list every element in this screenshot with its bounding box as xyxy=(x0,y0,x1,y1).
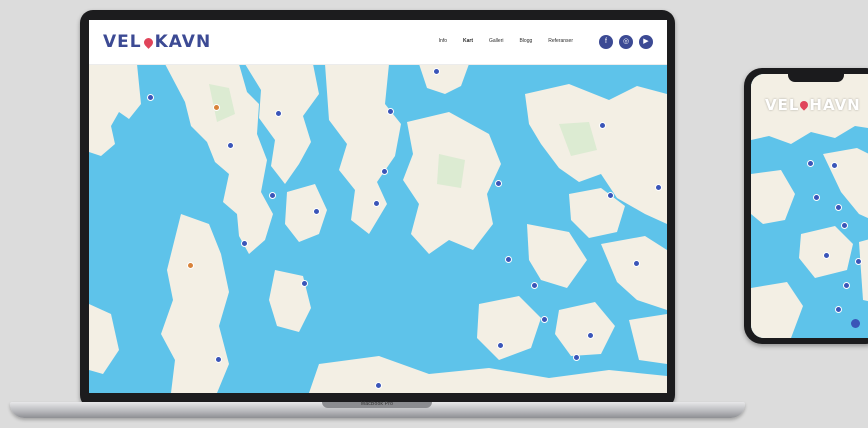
harbor-marker[interactable] xyxy=(215,356,222,363)
device-mockup-scene: VEL KAVN Info Kart Galleri Blogg Referan… xyxy=(0,0,868,428)
facebook-icon[interactable]: f xyxy=(599,35,613,49)
harbor-marker[interactable] xyxy=(541,316,548,323)
map-land-layer xyxy=(89,64,667,393)
harbor-marker[interactable] xyxy=(313,208,320,215)
map-pin-icon xyxy=(141,35,155,49)
site-logo[interactable]: VEL KAVN xyxy=(103,32,211,52)
phone-screen: VEL HAVN + − xyxy=(751,74,868,338)
harbor-marker[interactable] xyxy=(655,184,662,191)
harbor-marker[interactable] xyxy=(835,306,842,313)
logo-text-left: VEL xyxy=(103,32,142,52)
phone-info-button[interactable] xyxy=(851,319,860,328)
social-links: f ◎ ▶ xyxy=(599,35,653,49)
harbor-marker[interactable] xyxy=(587,332,594,339)
harbor-marker[interactable] xyxy=(835,204,842,211)
phone-logo-text-right: HAVN xyxy=(809,96,861,114)
instagram-icon[interactable]: ◎ xyxy=(619,35,633,49)
phone-notch xyxy=(788,74,844,82)
harbor-marker[interactable] xyxy=(831,162,838,169)
youtube-icon[interactable]: ▶ xyxy=(639,35,653,49)
harbor-marker[interactable] xyxy=(269,192,276,199)
nav-item-kart[interactable]: Kart xyxy=(463,38,473,44)
harbor-marker[interactable] xyxy=(573,354,580,361)
harbor-marker[interactable] xyxy=(301,280,308,287)
harbor-marker[interactable] xyxy=(433,68,440,75)
laptop-model-label: MacBook Pro xyxy=(360,401,394,407)
harbor-marker[interactable] xyxy=(807,160,814,167)
harbor-marker[interactable] xyxy=(841,222,848,229)
harbor-marker[interactable] xyxy=(381,168,388,175)
harbor-marker[interactable] xyxy=(241,240,248,247)
nav-item-referanser[interactable]: Referanser xyxy=(548,38,573,44)
nav-item-info[interactable]: Info xyxy=(439,38,447,44)
harbor-marker[interactable] xyxy=(387,108,394,115)
harbor-marker[interactable] xyxy=(495,180,502,187)
harbor-marker[interactable] xyxy=(497,342,504,349)
harbor-marker[interactable] xyxy=(187,262,194,269)
harbor-marker[interactable] xyxy=(213,104,220,111)
harbor-marker[interactable] xyxy=(147,94,154,101)
harbor-marker[interactable] xyxy=(227,142,234,149)
harbor-marker[interactable] xyxy=(373,200,380,207)
laptop-screen: VEL KAVN Info Kart Galleri Blogg Referan… xyxy=(89,20,667,393)
harbor-marker[interactable] xyxy=(633,260,640,267)
phone-logo-text-left: VEL xyxy=(765,96,800,114)
harbor-marker[interactable] xyxy=(599,122,606,129)
nav-item-galleri[interactable]: Galleri xyxy=(489,38,503,44)
harbor-marker[interactable] xyxy=(607,192,614,199)
harbor-map[interactable] xyxy=(89,64,667,393)
phone-site-logo[interactable]: VEL HAVN xyxy=(765,96,861,114)
logo-text-right: KAVN xyxy=(154,32,212,52)
main-nav: Info Kart Galleri Blogg Referanser xyxy=(439,38,573,44)
nav-item-blogg[interactable]: Blogg xyxy=(519,38,532,44)
harbor-marker[interactable] xyxy=(275,110,282,117)
harbor-marker[interactable] xyxy=(531,282,538,289)
harbor-marker[interactable] xyxy=(813,194,820,201)
harbor-marker[interactable] xyxy=(855,258,862,265)
harbor-marker[interactable] xyxy=(843,282,850,289)
harbor-marker[interactable] xyxy=(375,382,382,389)
site-header: VEL KAVN Info Kart Galleri Blogg Referan… xyxy=(89,20,667,65)
harbor-marker[interactable] xyxy=(823,252,830,259)
harbor-marker[interactable] xyxy=(505,256,512,263)
